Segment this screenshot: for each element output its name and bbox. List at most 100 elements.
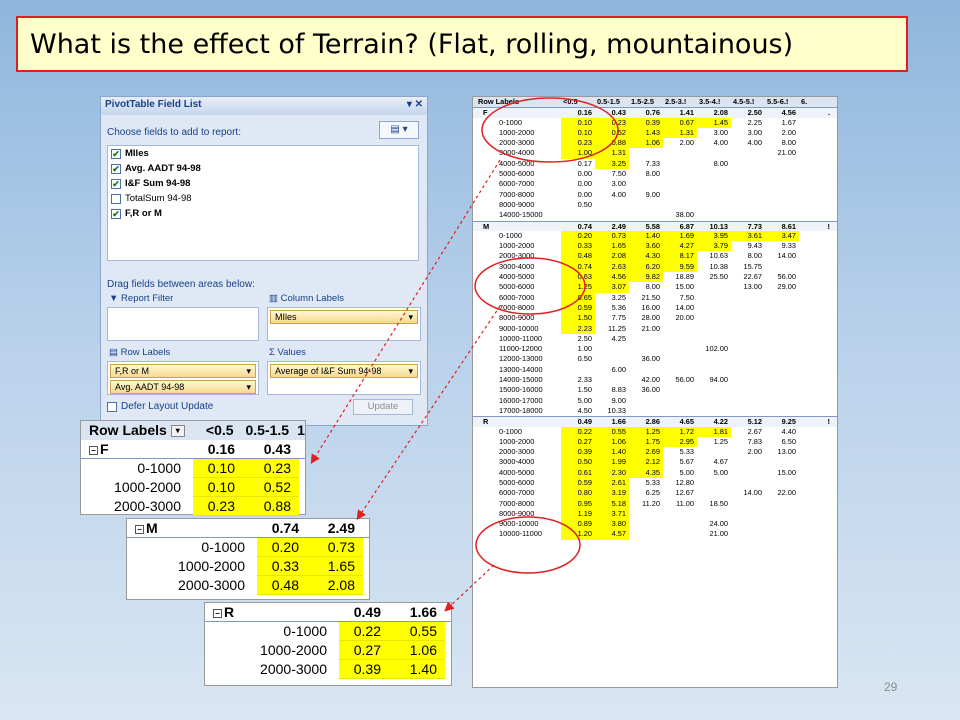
value-cell: 1.81 (697, 426, 731, 437)
row-field-pill-1[interactable]: F,R or M ▾ (110, 364, 256, 378)
field-checkbox[interactable]: ✔ (111, 208, 121, 219)
value-cell: 4.50 (577, 405, 592, 415)
table-row: 7000-8000 0.00 4.00 9.00 (473, 190, 837, 200)
value-cell (799, 313, 833, 323)
values-text: Values (277, 347, 306, 358)
value-cell: 8.17 (663, 251, 697, 262)
value-cell: 4.00 (747, 138, 762, 148)
field-checkbox[interactable]: ✔ (111, 148, 121, 159)
value-cell: 6.20 (629, 261, 663, 273)
zoom-header-row: Row Labels ▾ <0.5 0.5-1.5 1 (81, 421, 305, 440)
table-row: 4000-5000 0.63 4.56 9.82 18.89 25.50 22.67 56.0… (473, 272, 837, 283)
column-field-pill[interactable]: MIles ▾ (270, 310, 418, 324)
value-cell (697, 406, 731, 416)
table-row: 17000-18000 4.50 10.33 (473, 406, 837, 416)
value-cell (629, 519, 663, 529)
value-cell: 7.50 (611, 169, 626, 179)
collapse-icon[interactable]: − (135, 524, 144, 534)
table-row: 5000-6000 0.00 7.50 8.00 (473, 169, 837, 179)
field-item[interactable]: ✔ MIles (108, 146, 418, 161)
value-cell: 0.52 (595, 127, 629, 139)
defer-layout-checkbox[interactable]: Defer Layout Update (107, 401, 213, 412)
value-cell (799, 427, 833, 437)
value-cell (799, 251, 833, 261)
value-cell: 1.50 (561, 313, 595, 324)
row-label-cell: 5000-6000 (499, 169, 535, 179)
panel-controls[interactable]: ▾ ✕ (407, 99, 423, 113)
field-item[interactable]: ✔ F,R or M (108, 206, 418, 221)
value-cell (799, 375, 833, 385)
column-header-cell: <0.5 (563, 97, 578, 106)
table-row: 0-1000 0.10 0.23 (81, 459, 305, 478)
value-cell: 9.00 (645, 189, 660, 199)
value-cell (799, 365, 833, 375)
field-checkbox[interactable]: ✔ (111, 163, 121, 174)
value-cell (663, 529, 697, 539)
zoom-group-value: 0.16 (207, 441, 235, 457)
rows-icon: ▤ (109, 347, 121, 358)
report-filter-area[interactable] (107, 307, 259, 341)
value-cell (663, 148, 697, 158)
value-cell: 5.18 (595, 498, 629, 509)
table-row: 2000-3000 0.48 2.08 4.30 8.17 10.63 8.00 14.00 (473, 251, 837, 262)
value-cell (799, 478, 833, 488)
collapse-icon[interactable]: − (213, 608, 222, 618)
pivot-field-list-panel: PivotTable Field List ▾ ✕ Choose fields … (100, 96, 428, 426)
slide-title: What is the effect of Terrain? (Flat, ro… (16, 16, 908, 72)
value-cell: 0.74 (577, 221, 592, 231)
column-labels-area[interactable]: MIles ▾ (267, 307, 421, 341)
field-item[interactable]: TotalSum 94-98 (108, 191, 418, 206)
column-header-cell: 5.5-6.! (767, 97, 789, 106)
value-cell: 29.00 (777, 282, 797, 292)
value-cell (799, 200, 833, 210)
row-label-cell: 2000-3000 (499, 251, 535, 261)
row-label-cell: 1000-2000 (499, 127, 535, 137)
value-cell: 5.33 (645, 477, 660, 487)
row-label-cell: 8000-9000 (499, 508, 535, 518)
value-cell: 1.00 (561, 148, 595, 159)
table-row: 2000-3000 0.23 0.88 (81, 497, 305, 516)
row-label-cell: 0-1000 (137, 460, 181, 476)
value-field-pill[interactable]: Average of I&F Sum 94-98 ▾ (270, 364, 418, 378)
collapse-icon[interactable]: − (89, 445, 98, 455)
row-labels-area[interactable]: F,R or M ▾ Avg. AADT 94-98 ▾ (107, 361, 259, 395)
table-row: 3000-4000 0.50 1.99 2.12 5.67 4.67 (473, 457, 837, 468)
value-cell (697, 488, 731, 498)
value-cell: 1.20 (561, 529, 595, 540)
value-cell (697, 200, 731, 210)
value-cell: 12.67 (675, 488, 695, 498)
column-field-label: MIles (275, 312, 297, 322)
row-field-pill-2[interactable]: Avg. AADT 94-98 ▾ (110, 380, 256, 394)
row-label-cell: 0-1000 (201, 539, 245, 555)
field-item[interactable]: ✔ Avg. AADT 94-98 (108, 161, 418, 176)
update-button[interactable]: Update (353, 399, 413, 415)
filter-icon: ▼ (109, 293, 122, 304)
value-cell (799, 529, 833, 539)
row-label-cell: 1000-2000 (499, 436, 535, 446)
row-label-cell: 5000-6000 (499, 477, 535, 487)
value-cell (799, 499, 833, 509)
value-cell: 56.00 (675, 375, 695, 385)
row-label-cell: 6000-7000 (499, 292, 535, 302)
value-cell (629, 396, 663, 406)
values-label: Σ Values (269, 347, 306, 358)
value-cell: 10.38 (709, 261, 729, 271)
zoom-header-cell: 1 (297, 422, 305, 438)
field-checkbox[interactable]: ✔ (111, 178, 121, 189)
layout-button[interactable]: ▤ ▾ (379, 121, 419, 139)
row-labels-header[interactable]: Row Labels (473, 97, 561, 107)
defer-checkbox[interactable] (107, 401, 117, 412)
value-cell (663, 344, 697, 354)
value-cell (799, 293, 833, 303)
row-label-cell: 4000-5000 (499, 467, 535, 477)
value-cell (731, 179, 765, 189)
values-area[interactable]: Average of I&F Sum 94-98 ▾ (267, 361, 421, 395)
row-label-cell: 1000-2000 (114, 479, 181, 495)
field-item[interactable]: ✔ I&F Sum 94-98 (108, 176, 418, 191)
field-checkbox[interactable] (111, 193, 121, 204)
value-cell: 4.30 (629, 251, 663, 262)
value-cell (697, 385, 731, 395)
value-cell: 0.73 (307, 538, 363, 557)
value-cell (697, 478, 731, 488)
filter-dropdown-icon[interactable]: ▾ (170, 425, 185, 438)
